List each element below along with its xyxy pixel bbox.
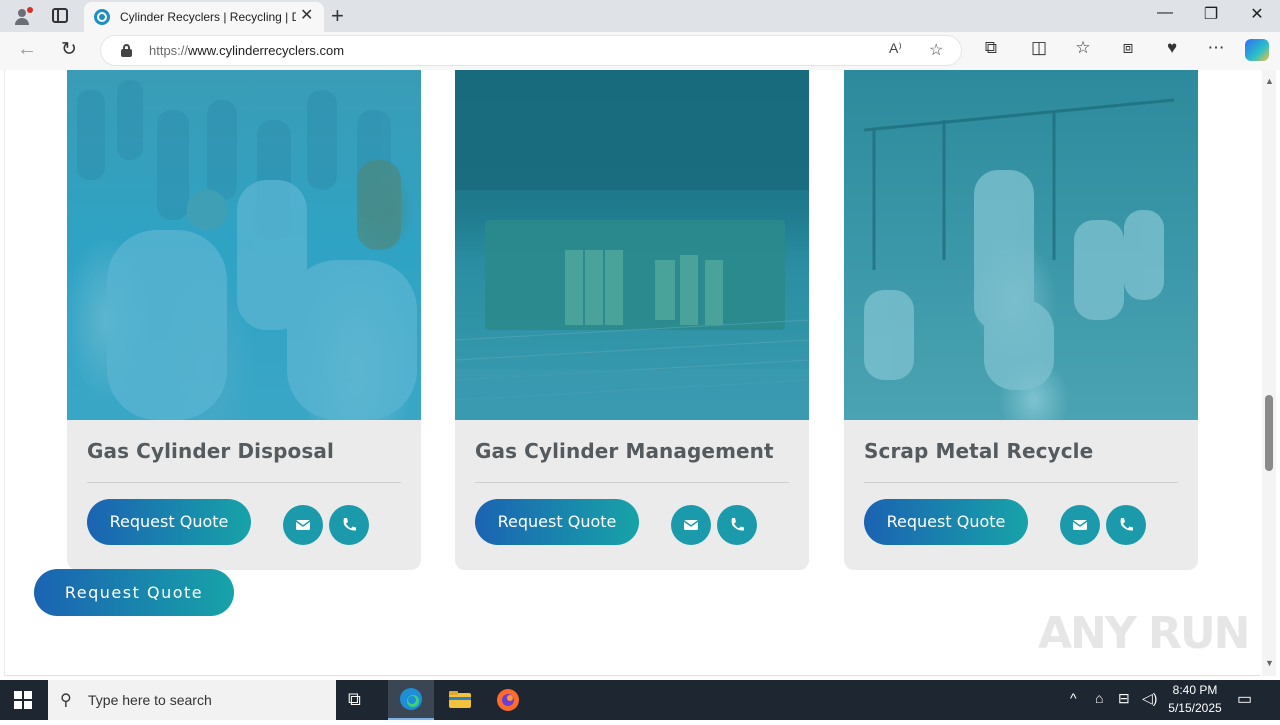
mail-icon [295,520,311,530]
search-placeholder: Type here to search [88,692,212,708]
vertical-scrollbar[interactable]: ▲ ▼ [1262,70,1276,676]
phone-icon [1120,518,1133,531]
card-title: Gas Cylinder Disposal [87,439,334,463]
taskbar-search-box[interactable]: ⚲ Type here to search [48,680,336,720]
phone-icon [731,518,744,531]
request-quote-button[interactable]: Request Quote [864,499,1028,545]
cylinders-illustration [77,80,417,420]
page-viewport: Gas Cylinder Disposal Request Quote Gas … [0,70,1280,680]
card-title: Scrap Metal Recycle [864,439,1094,463]
service-card: Gas Cylinder Disposal Request Quote [67,70,421,570]
lock-icon[interactable] [121,44,132,57]
taskbar-edge-active[interactable] [388,680,434,720]
volume-icon[interactable]: ◁) [1142,690,1157,707]
card-title: Gas Cylinder Management [475,439,774,463]
scroll-down-arrow-icon[interactable]: ▼ [1265,658,1274,668]
more-menu-icon[interactable]: ⋯ [1204,38,1228,58]
request-quote-button[interactable]: Request Quote [87,499,251,545]
email-button[interactable] [1060,505,1100,545]
network-icon[interactable]: ⊟ [1118,690,1130,707]
browser-titlebar: Cylinder Recyclers | Recycling | D ✕ + —… [0,0,1280,32]
url-bar[interactable]: https://www.cylinderrecyclers.com A⁾ ☆ [100,35,962,66]
favorite-star-icon[interactable]: ☆ [929,40,943,60]
card-image [455,70,809,420]
service-card: Gas Cylinder Management Request Quote [455,70,809,570]
tab-title: Cylinder Recyclers | Recycling | D [120,10,296,24]
copilot-icon[interactable] [1245,39,1269,61]
phone-icon [343,518,356,531]
email-button[interactable] [671,505,711,545]
search-icon: ⚲ [60,692,72,709]
call-button[interactable] [717,505,757,545]
url-text[interactable]: https://www.cylinderrecyclers.com [149,43,344,58]
floating-request-quote-button[interactable]: Request Quote [34,569,234,616]
email-button[interactable] [283,505,323,545]
split-screen-icon[interactable]: ◫ [1027,38,1051,58]
site-favicon-icon [94,9,110,25]
notifications-icon[interactable]: ▭ [1237,689,1252,709]
clock-date[interactable]: 5/15/2025 [1166,701,1224,715]
anyrun-watermark: ANY RUN [1038,608,1250,659]
call-button[interactable] [329,505,369,545]
tab-close-icon[interactable]: ✕ [300,8,313,24]
restore-icon[interactable]: ❐ [1196,4,1226,24]
task-view-icon[interactable]: ⧉ [348,689,374,713]
edge-browser-icon [400,688,422,710]
favorites-icon[interactable]: ☆ [1071,38,1095,58]
browser-tab-active[interactable]: Cylinder Recyclers | Recycling | D ✕ [84,2,324,32]
minimize-icon[interactable]: — [1150,4,1180,22]
extensions-icon[interactable]: ⧉ [979,38,1003,58]
mail-icon [1072,520,1088,530]
read-aloud-icon[interactable]: A⁾ [889,40,902,57]
profile-avatar-icon[interactable] [12,7,33,27]
file-explorer-icon[interactable] [448,688,474,712]
show-hidden-icons-icon[interactable]: ^ [1070,690,1077,706]
call-button[interactable] [1106,505,1146,545]
service-card: Scrap Metal Recycle Request Quote [844,70,1198,570]
request-quote-button[interactable]: Request Quote [475,499,639,545]
scrap-metal-illustration [863,98,1175,390]
new-tab-icon[interactable]: + [331,3,344,29]
clock-time[interactable]: 8:40 PM [1166,683,1224,697]
card-image [67,70,421,420]
cylinder-yard-illustration [455,70,809,420]
scroll-up-arrow-icon[interactable]: ▲ [1265,76,1274,86]
scroll-thumb[interactable] [1265,395,1273,471]
performance-icon[interactable]: ♥ [1160,38,1184,58]
collections-icon[interactable]: ⧈ [1116,38,1140,58]
tab-actions-icon[interactable] [52,8,68,23]
refresh-icon[interactable]: ↻ [61,38,77,61]
card-image [844,70,1198,420]
windows-taskbar: ⚲ Type here to search ⧉ ^ ⌂ ⊟ ◁) 8:40 PM… [0,680,1280,720]
firefox-icon[interactable] [496,688,522,712]
mail-icon [683,520,699,530]
back-icon[interactable]: ← [17,38,37,61]
windows-start-icon[interactable] [14,691,32,709]
close-window-icon[interactable]: ✕ [1242,4,1272,24]
tray-device-icon[interactable]: ⌂ [1095,690,1103,706]
